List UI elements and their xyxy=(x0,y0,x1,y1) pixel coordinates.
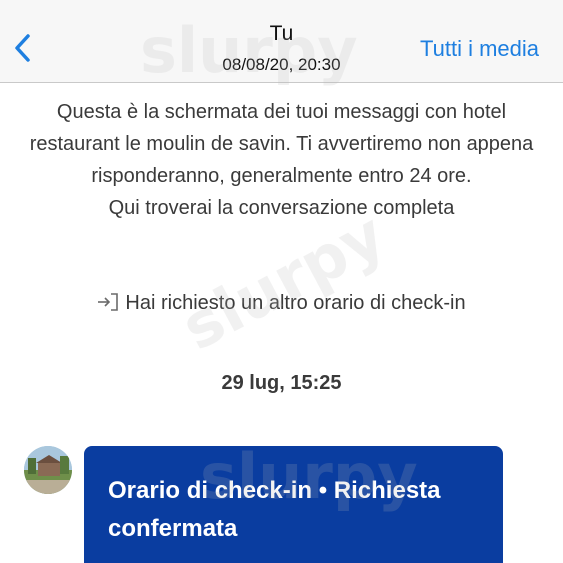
intro-message: Questa è la schermata dei tuoi messaggi … xyxy=(20,96,543,224)
nav-header: Tu 08/08/20, 20:30 Tutti i media xyxy=(0,0,563,83)
message-text: Orario di check-in • Richiesta confermat… xyxy=(108,477,441,542)
message-date: 29 lug, 15:25 xyxy=(221,372,342,394)
checkin-request-text: Hai richiesto un altro orario di check-i… xyxy=(125,292,466,314)
all-media-link[interactable]: Tutti i media xyxy=(420,36,539,62)
message-bubble[interactable]: Orario di check-in • Richiesta confermat… xyxy=(84,446,503,563)
hotel-avatar[interactable] xyxy=(24,446,72,494)
chat-screen: Tu 08/08/20, 20:30 Tutti i media Questa … xyxy=(0,0,563,563)
enter-icon xyxy=(97,292,119,318)
intro-text: Questa è la schermata dei tuoi messaggi … xyxy=(29,101,534,187)
checkin-request-note: Hai richiesto un altro orario di check-i… xyxy=(0,292,563,318)
intro-conversation-note: Qui troverai la conversazione completa xyxy=(108,197,455,219)
